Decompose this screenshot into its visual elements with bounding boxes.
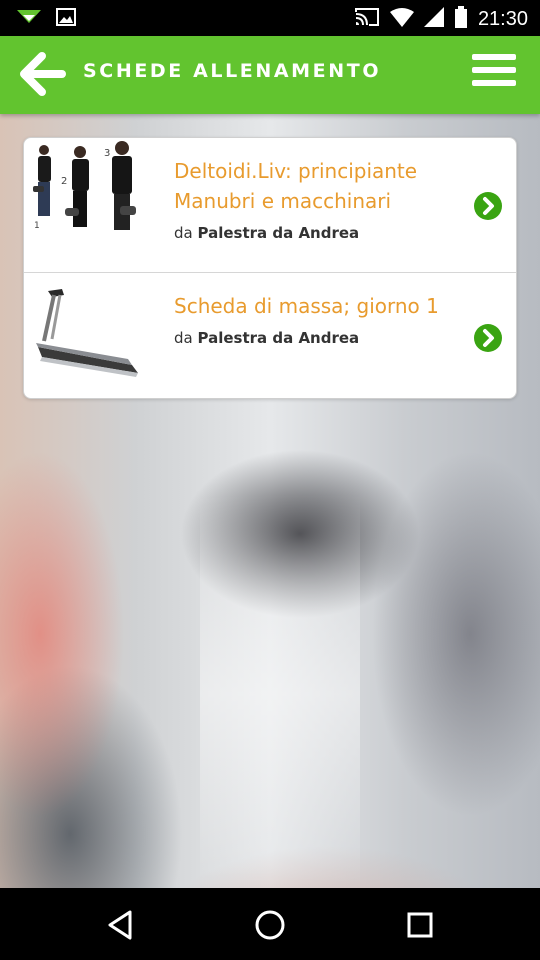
open-workout-button[interactable] bbox=[474, 324, 502, 352]
list-item[interactable]: Scheda di massa; giorno 1 da Palestra da… bbox=[24, 273, 516, 398]
svg-text:1: 1 bbox=[34, 221, 40, 231]
nav-back-button[interactable] bbox=[104, 908, 138, 942]
nav-recents-button[interactable] bbox=[403, 908, 437, 942]
recents-square-icon bbox=[407, 912, 433, 938]
menu-button[interactable] bbox=[472, 54, 516, 92]
workout-list: 1 2 3 Deltoidi.Liv: principiante Manubri… bbox=[23, 137, 517, 399]
chevron-right-circle-icon bbox=[474, 192, 502, 220]
svg-text:3: 3 bbox=[104, 148, 110, 159]
back-triangle-icon bbox=[108, 910, 132, 940]
back-button[interactable] bbox=[20, 52, 66, 98]
svg-text:2: 2 bbox=[61, 176, 67, 187]
back-arrow-icon bbox=[20, 52, 66, 96]
download-icon bbox=[16, 8, 42, 30]
dumbbell-shrug-exercise-image: 1 2 3 bbox=[28, 140, 146, 240]
page-title: SCHEDE ALLENAMENTO bbox=[83, 60, 382, 82]
list-item[interactable]: 1 2 3 Deltoidi.Liv: principiante Manubri… bbox=[24, 138, 516, 273]
app-bar: SCHEDE ALLENAMENTO bbox=[0, 36, 540, 114]
workout-title: Deltoidi.Liv: principiante Manubri e mac… bbox=[174, 159, 418, 213]
workout-author: da Palestra da Andrea bbox=[174, 224, 360, 242]
wifi-icon bbox=[389, 7, 414, 31]
image-icon bbox=[56, 8, 76, 30]
chevron-right-circle-icon bbox=[474, 324, 502, 352]
signal-icon bbox=[423, 7, 444, 31]
status-bar: 21:30 bbox=[0, 0, 540, 36]
cast-icon bbox=[354, 7, 380, 31]
workout-title: Scheda di massa; giorno 1 bbox=[174, 294, 439, 318]
status-clock: 21:30 bbox=[477, 7, 528, 30]
navigation-bar bbox=[0, 888, 540, 960]
battery-icon bbox=[454, 6, 468, 32]
hamburger-menu-icon bbox=[472, 54, 516, 86]
workout-author: da Palestra da Andrea bbox=[174, 329, 360, 347]
nav-home-button[interactable] bbox=[253, 908, 287, 942]
open-workout-button[interactable] bbox=[474, 192, 502, 220]
treadmill-image bbox=[28, 281, 146, 381]
home-circle-icon bbox=[255, 910, 285, 940]
